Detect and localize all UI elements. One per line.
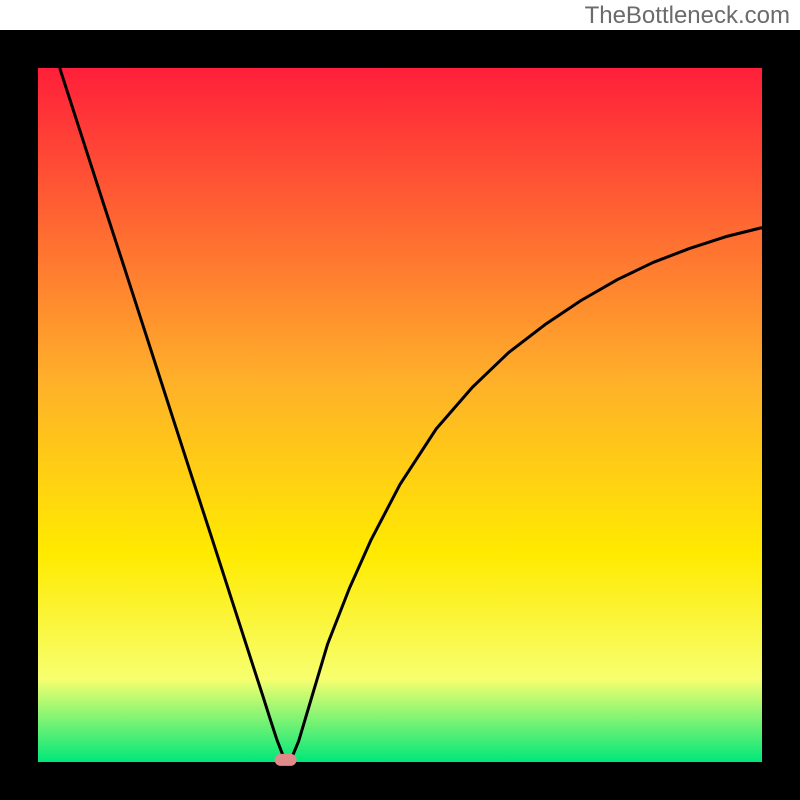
watermark-text: TheBottleneck.com — [585, 2, 790, 30]
plot-background — [38, 68, 762, 762]
minimum-marker — [275, 754, 297, 766]
chart-container: TheBottleneck.com — [0, 0, 800, 800]
bottleneck-chart — [0, 0, 800, 800]
